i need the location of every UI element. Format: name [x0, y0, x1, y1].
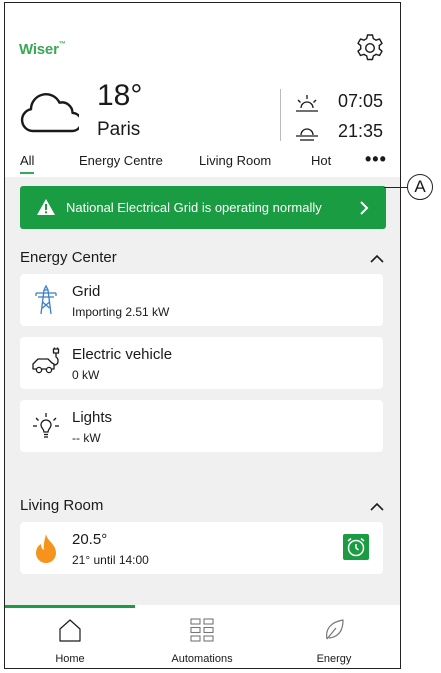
living-room-heating-card[interactable]: 20.5° 21° until 14:00: [20, 522, 383, 574]
flame-icon: [36, 534, 56, 563]
city-name: Paris: [97, 119, 141, 140]
home-icon: [59, 619, 81, 642]
warning-icon: [37, 199, 55, 215]
sunrise-icon: [296, 95, 318, 112]
nav-automations[interactable]: Automations: [137, 605, 267, 668]
grid-value: Importing 2.51 kW: [72, 305, 170, 319]
sunset-time: 21:35: [337, 121, 383, 141]
grid-pylon-icon: [35, 284, 57, 315]
banner-text: National Electrical Grid is operating no…: [66, 200, 322, 215]
chevron-up-icon[interactable]: [369, 253, 385, 265]
grid-status-banner[interactable]: National Electrical Grid is operating no…: [20, 186, 386, 229]
leaf-icon: [326, 619, 344, 640]
nav-energy[interactable]: Energy: [269, 605, 399, 668]
room-tabs: All Energy Centre Living Room Hot •••: [5, 149, 400, 175]
grid-menu-icon: [190, 618, 214, 642]
light-bulb-icon: [33, 413, 59, 438]
cloud-icon: [20, 93, 79, 133]
gear-icon[interactable]: [355, 33, 385, 63]
nav-home-label: Home: [55, 653, 85, 665]
energy-center-title: Energy Center: [20, 249, 117, 266]
ev-car-icon: [32, 347, 60, 374]
sunrise-row: 07:05: [292, 91, 397, 117]
tab-hot[interactable]: Hot: [311, 153, 331, 168]
lights-value: -- kW: [72, 431, 101, 445]
ev-value: 0 kW: [72, 368, 100, 382]
room-schedule: 21° until 14:00: [72, 553, 149, 567]
sunrise-time: 07:05: [337, 91, 383, 111]
chevron-up-icon[interactable]: [369, 501, 385, 513]
grid-card[interactable]: Grid Importing 2.51 kW: [20, 274, 383, 326]
tab-living-room[interactable]: Living Room: [199, 153, 271, 168]
tab-all[interactable]: All: [20, 153, 35, 174]
phone-screen: Wiser™ 18° Paris 07:05 21:35 All Energy …: [4, 2, 401, 669]
lights-title: Lights: [72, 409, 113, 426]
divider: [280, 89, 281, 141]
sunset-icon: [296, 128, 318, 141]
current-temperature: 18°: [97, 79, 143, 112]
callout-label: A: [407, 174, 433, 200]
main-content: National Electrical Grid is operating no…: [5, 177, 400, 607]
more-tabs-button[interactable]: •••: [365, 149, 387, 170]
tab-energy-centre[interactable]: Energy Centre: [79, 153, 163, 168]
room-temperature: 20.5°: [72, 531, 108, 548]
ev-title: Electric vehicle: [72, 346, 173, 363]
grid-title: Grid: [72, 283, 101, 300]
timer-boost-button[interactable]: [343, 534, 369, 560]
bottom-navigation: Home Automations Energy: [5, 605, 400, 668]
callout-leader-line: [384, 187, 408, 189]
nav-energy-label: Energy: [316, 653, 352, 665]
chevron-right-icon: [360, 201, 369, 215]
lights-card[interactable]: Lights -- kW: [20, 400, 383, 452]
nav-home[interactable]: Home: [5, 605, 135, 668]
nav-automations-label: Automations: [171, 653, 233, 665]
electric-vehicle-card[interactable]: Electric vehicle 0 kW: [20, 337, 383, 389]
stopwatch-icon: [347, 537, 365, 557]
living-room-title: Living Room: [20, 497, 104, 514]
sunset-row: 21:35: [292, 121, 397, 147]
header: Wiser™ 18° Paris 07:05 21:35 All Energy …: [5, 3, 400, 178]
wiser-logo: Wiser™: [19, 41, 66, 58]
